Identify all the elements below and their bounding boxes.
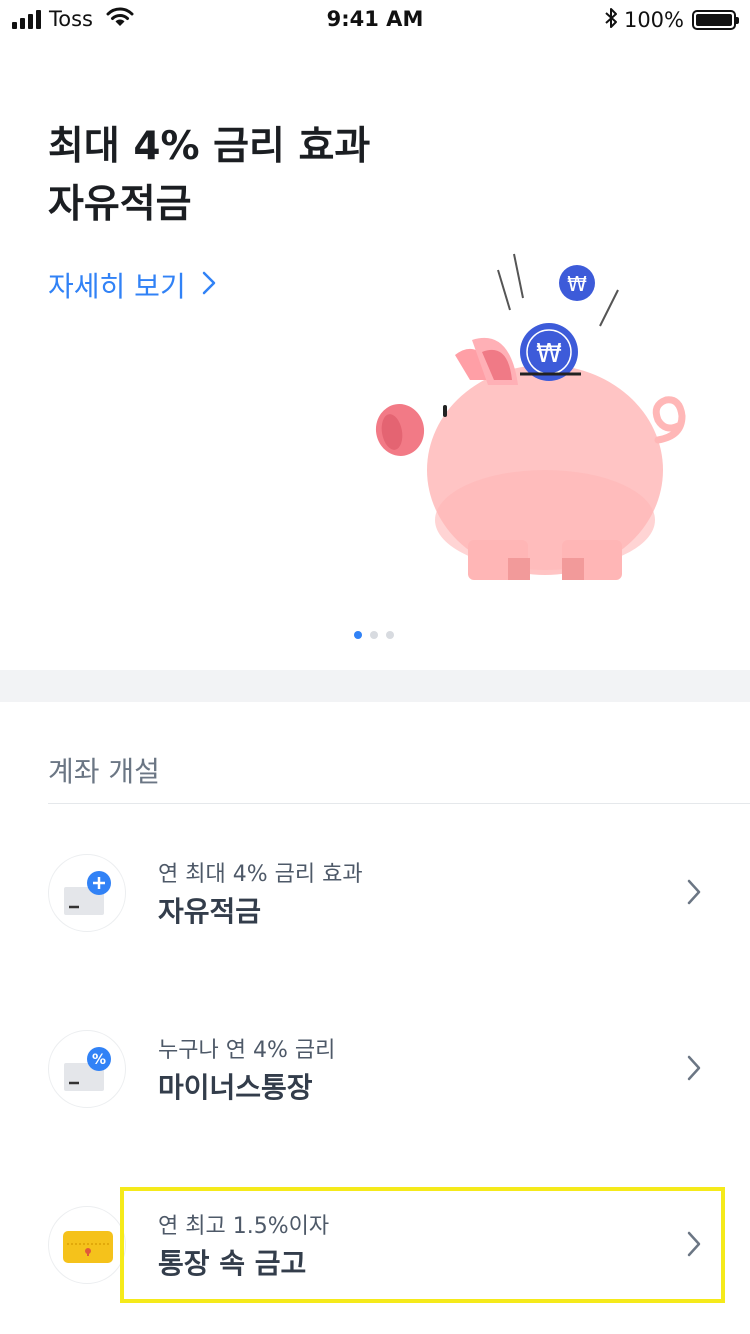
see-details-label: 자세히 보기 xyxy=(48,270,186,303)
status-bar: Toss 9:41 AM 100% xyxy=(0,0,750,40)
item-subtitle: 연 최대 4% 금리 효과 xyxy=(158,862,363,887)
chevron-right-icon xyxy=(202,269,216,302)
list-item-free-savings[interactable]: 연 최대 4% 금리 효과 자유적금 xyxy=(0,832,750,952)
hero-title-line2: 자유적금 xyxy=(48,182,192,227)
safe-box-icon xyxy=(48,1206,126,1284)
hero-title-line1: 최대 4% 금리 효과 xyxy=(48,124,371,169)
minus-account-percent-icon: % xyxy=(48,1030,126,1108)
carousel-dot-1 xyxy=(354,631,362,639)
hero-title: 최대 4% 금리 효과 자유적금 xyxy=(48,118,370,234)
item-title: 마이너스통장 xyxy=(158,1071,313,1104)
see-details-link[interactable]: 자세히 보기 xyxy=(48,265,216,305)
section-rule xyxy=(48,803,750,804)
battery-percent: 100% xyxy=(623,8,684,32)
svg-text:%: % xyxy=(92,1052,106,1068)
bluetooth-icon xyxy=(604,7,618,33)
section-title: 계좌 개설 xyxy=(48,755,160,788)
carousel-indicator xyxy=(354,631,394,639)
piggy-bank-illustration: ₩ ₩ xyxy=(360,240,710,594)
savings-plus-icon xyxy=(48,854,126,932)
item-subtitle: 누구나 연 4% 금리 xyxy=(158,1038,336,1063)
carousel-dot-3 xyxy=(386,631,394,639)
item-title: 자유적금 xyxy=(158,895,262,928)
highlight-box xyxy=(120,1187,725,1303)
chevron-right-icon xyxy=(686,1054,702,1086)
list-item-minus-account[interactable]: % 누구나 연 4% 금리 마이너스통장 xyxy=(0,1008,750,1128)
svg-text:₩: ₩ xyxy=(567,272,587,296)
battery-icon xyxy=(692,10,739,30)
section-divider xyxy=(0,670,750,702)
status-right: 100% xyxy=(604,7,739,33)
chevron-right-icon xyxy=(686,878,702,910)
svg-text:₩: ₩ xyxy=(536,339,562,369)
carousel-dot-2 xyxy=(370,631,378,639)
